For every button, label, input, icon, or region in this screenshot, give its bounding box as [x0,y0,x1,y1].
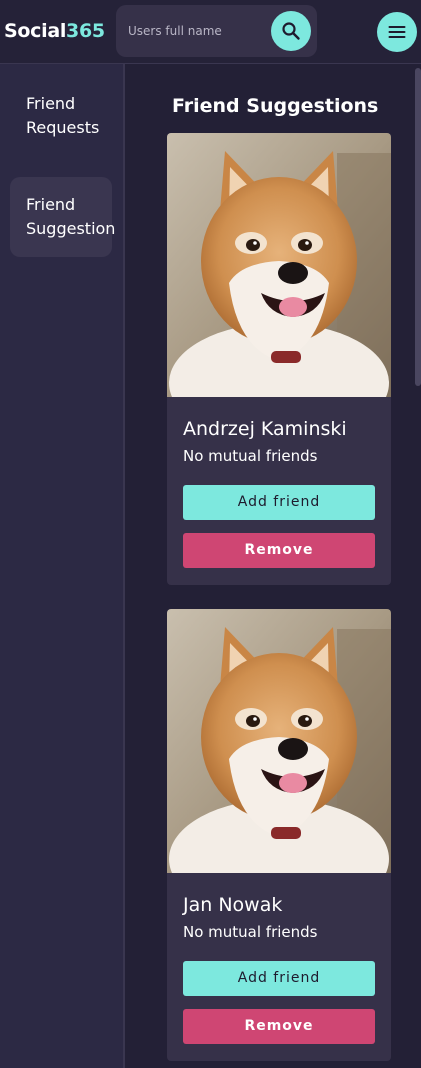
scrollbar-thumb[interactable] [415,68,421,386]
friend-suggestion-card: Andrzej Kaminski No mutual friends Add f… [167,133,391,585]
top-navbar: Social365 [0,0,421,64]
mutual-friends-text: No mutual friends [183,923,318,941]
hamburger-menu-icon [388,26,406,38]
search-input[interactable] [128,20,268,42]
search-button[interactable] [271,11,311,51]
friend-name: Jan Nowak [183,894,283,916]
main-content: Friend Suggestions Andrzej Kaminski No m… [125,64,421,1068]
friend-name: Andrzej Kaminski [183,418,347,440]
menu-button[interactable] [377,12,417,52]
add-friend-button[interactable]: Add friend [183,485,375,520]
profile-photo [167,609,391,873]
sidebar-item-label: Friend Requests [26,94,100,137]
friend-suggestion-card: Jan Nowak No mutual friends Add friend R… [167,609,391,1061]
brand-name-part2: 365 [66,20,105,42]
app-logo[interactable]: Social365 [4,19,105,43]
search-icon [282,22,300,40]
remove-button[interactable]: Remove [183,1009,375,1044]
page-title: Friend Suggestions [172,95,379,117]
brand-name-part1: Social [4,20,67,42]
sidebar-item-friend-suggestion[interactable]: Friend Suggestion [10,177,115,257]
search-box [116,5,317,57]
profile-photo [167,133,391,397]
remove-button[interactable]: Remove [183,533,375,568]
sidebar-item-friend-requests[interactable]: Friend Requests [10,92,112,148]
mutual-friends-text: No mutual friends [183,447,318,465]
add-friend-button[interactable]: Add friend [183,961,375,996]
scrollbar[interactable] [415,64,421,1068]
sidebar: Friend Requests Friend Suggestion [0,64,125,1068]
sidebar-item-label: Friend Suggestion [26,195,116,238]
